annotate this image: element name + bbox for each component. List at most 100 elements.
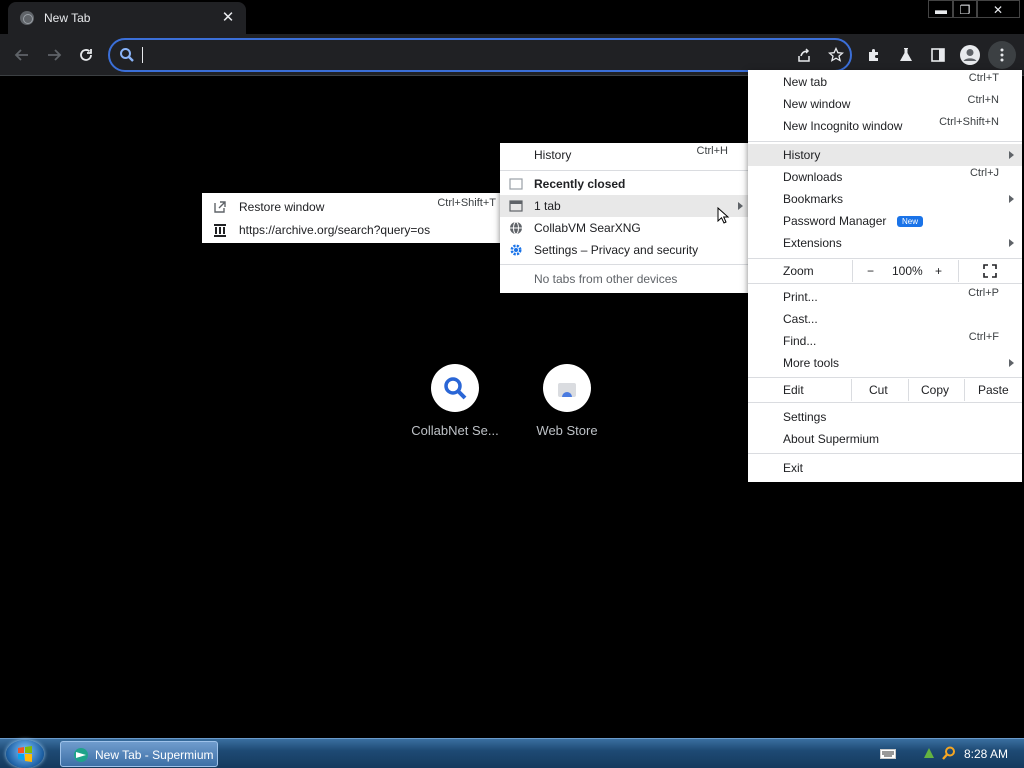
- print-label: Print...: [783, 290, 818, 304]
- zoom-value: 100%: [892, 264, 923, 278]
- menu-item-new-window[interactable]: New window Ctrl+N: [748, 93, 1022, 115]
- bookmark-star-button[interactable]: [822, 41, 850, 69]
- paste-button[interactable]: Paste: [978, 383, 1009, 397]
- downloads-label: Downloads: [783, 170, 843, 184]
- zoom-in-button[interactable]: +: [935, 264, 942, 278]
- network-icon[interactable]: [922, 746, 936, 760]
- menu-item-about[interactable]: About Supermium: [748, 428, 1022, 450]
- tab-new-tab[interactable]: New Tab ✕: [8, 2, 246, 34]
- zoom-divider: [958, 260, 959, 282]
- shortcut-tile-web-store[interactable]: Web Store: [511, 364, 623, 464]
- find-shortcut: Ctrl+F: [968, 331, 999, 343]
- taskbar-item-browser[interactable]: New Tab - Supermium: [60, 741, 218, 767]
- menu-separator: [748, 377, 1022, 378]
- menu-item-bookmarks[interactable]: Bookmarks: [748, 188, 1022, 210]
- menu-item-cast[interactable]: Cast...: [748, 308, 1022, 330]
- menu-item-password-manager[interactable]: Password Manager New: [748, 210, 1022, 232]
- fullscreen-icon[interactable]: [983, 264, 997, 278]
- shortcut-icon-circle: [431, 364, 479, 412]
- menu-item-more-tools[interactable]: More tools: [748, 352, 1022, 374]
- zoom-row: Zoom − 100% +: [748, 260, 1022, 282]
- menu-item-history[interactable]: History Ctrl+H: [500, 144, 750, 166]
- collabvm-label: CollabVM SearXNG: [534, 221, 641, 235]
- share-icon: [798, 48, 810, 62]
- cut-button[interactable]: Cut: [869, 383, 888, 397]
- menu-item-one-tab[interactable]: 1 tab: [500, 195, 750, 224]
- restore-window-shortcut: Ctrl+Shift+T: [437, 197, 496, 209]
- new-tab-label: New tab: [783, 75, 828, 89]
- globe-icon: [20, 11, 34, 25]
- submenu-arrow-icon: [738, 202, 743, 210]
- submenu-arrow-icon: [1009, 359, 1014, 367]
- menu-item-settings-privacy[interactable]: Settings – Privacy and security: [500, 239, 750, 261]
- omnibox-input[interactable]: [146, 43, 786, 69]
- back-arrow-icon: [14, 49, 28, 61]
- share-button[interactable]: [790, 41, 818, 69]
- find-label: Find...: [783, 334, 817, 348]
- open-in-new-icon: [214, 201, 226, 213]
- menu-item-exit[interactable]: Exit: [748, 457, 1022, 479]
- menu-item-new-incognito[interactable]: New Incognito window Ctrl+Shift+N: [748, 115, 1022, 137]
- menu-item-no-tabs: No tabs from other devices: [500, 268, 750, 290]
- menu-item-restore-window[interactable]: Restore window Ctrl+Shift+T: [202, 196, 502, 218]
- menu-item-settings[interactable]: Settings: [748, 406, 1022, 428]
- submenu-arrow-icon: [1009, 239, 1014, 247]
- side-panel-button[interactable]: [924, 41, 952, 69]
- labs-button[interactable]: [892, 41, 920, 69]
- edit-row: Edit Cut Copy Paste: [748, 379, 1022, 401]
- menu-separator: [748, 141, 1022, 142]
- address-bar[interactable]: [108, 38, 852, 72]
- avatar-icon: [960, 45, 980, 65]
- forward-button[interactable]: [40, 41, 68, 69]
- recently-closed-heading: Recently closed: [534, 177, 626, 191]
- menu-item-collabvm[interactable]: CollabVM SearXNG: [500, 217, 750, 239]
- taskbar: New Tab - Supermium 8:28 AM: [0, 738, 1024, 768]
- restore-button[interactable]: ❐: [952, 0, 978, 18]
- globe-icon: [510, 221, 522, 235]
- more-tools-label: More tools: [783, 356, 840, 370]
- copy-button[interactable]: Copy: [921, 383, 949, 397]
- menu-item-print[interactable]: Print... Ctrl+P: [748, 286, 1022, 308]
- side-panel-icon: [931, 48, 945, 62]
- archive-url-label: https://archive.org/search?query=os: [239, 223, 431, 237]
- search-tray-icon[interactable]: [942, 746, 956, 760]
- zoom-label: Zoom: [783, 264, 814, 278]
- new-incognito-shortcut: Ctrl+Shift+N: [939, 116, 999, 128]
- main-menu-button[interactable]: [988, 41, 1016, 69]
- start-button[interactable]: [6, 740, 44, 768]
- new-window-label: New window: [783, 97, 851, 111]
- new-tab-shortcut: Ctrl+T: [968, 72, 999, 84]
- text-caret: [142, 47, 143, 63]
- menu-item-find[interactable]: Find... Ctrl+F: [748, 330, 1022, 352]
- profile-button[interactable]: [956, 41, 984, 69]
- menu-item-archive-url[interactable]: https://archive.org/search?query=os: [202, 219, 502, 241]
- settings-privacy-label: Settings – Privacy and security: [534, 243, 699, 257]
- supermium-icon: [74, 748, 88, 762]
- back-button[interactable]: [8, 41, 36, 69]
- reload-button[interactable]: [72, 41, 100, 69]
- shortcut-tile-collabnet[interactable]: CollabNet Se...: [399, 364, 511, 464]
- tab-title: New Tab: [44, 11, 91, 25]
- shortcut-icon-circle: [543, 364, 591, 412]
- zoom-out-button[interactable]: −: [867, 264, 874, 278]
- menu-separator: [748, 258, 1022, 259]
- menu-item-downloads[interactable]: Downloads Ctrl+J: [748, 166, 1022, 188]
- one-tab-label: 1 tab: [534, 199, 561, 213]
- keyboard-icon[interactable]: [880, 749, 896, 759]
- star-icon: [828, 47, 844, 62]
- extensions-button[interactable]: [860, 41, 888, 69]
- menu-item-new-tab[interactable]: New tab Ctrl+T: [748, 71, 1022, 93]
- password-manager-label: Password Manager: [783, 214, 887, 228]
- clock: 8:28 AM: [963, 747, 1008, 761]
- gear-icon: [510, 244, 522, 256]
- window-close-button[interactable]: ✕: [976, 0, 1020, 18]
- tab-group-icon: [509, 200, 523, 212]
- menu-item-history[interactable]: History: [748, 144, 1022, 166]
- minimize-button[interactable]: ▬: [928, 0, 954, 18]
- app-menu: New tab Ctrl+T New window Ctrl+N New Inc…: [748, 70, 1022, 482]
- menu-item-extensions[interactable]: Extensions: [748, 232, 1022, 254]
- menu-separator: [500, 264, 750, 265]
- cast-label: Cast...: [783, 312, 818, 326]
- edit-divider: [851, 379, 852, 401]
- tab-close-icon[interactable]: ✕: [218, 8, 238, 28]
